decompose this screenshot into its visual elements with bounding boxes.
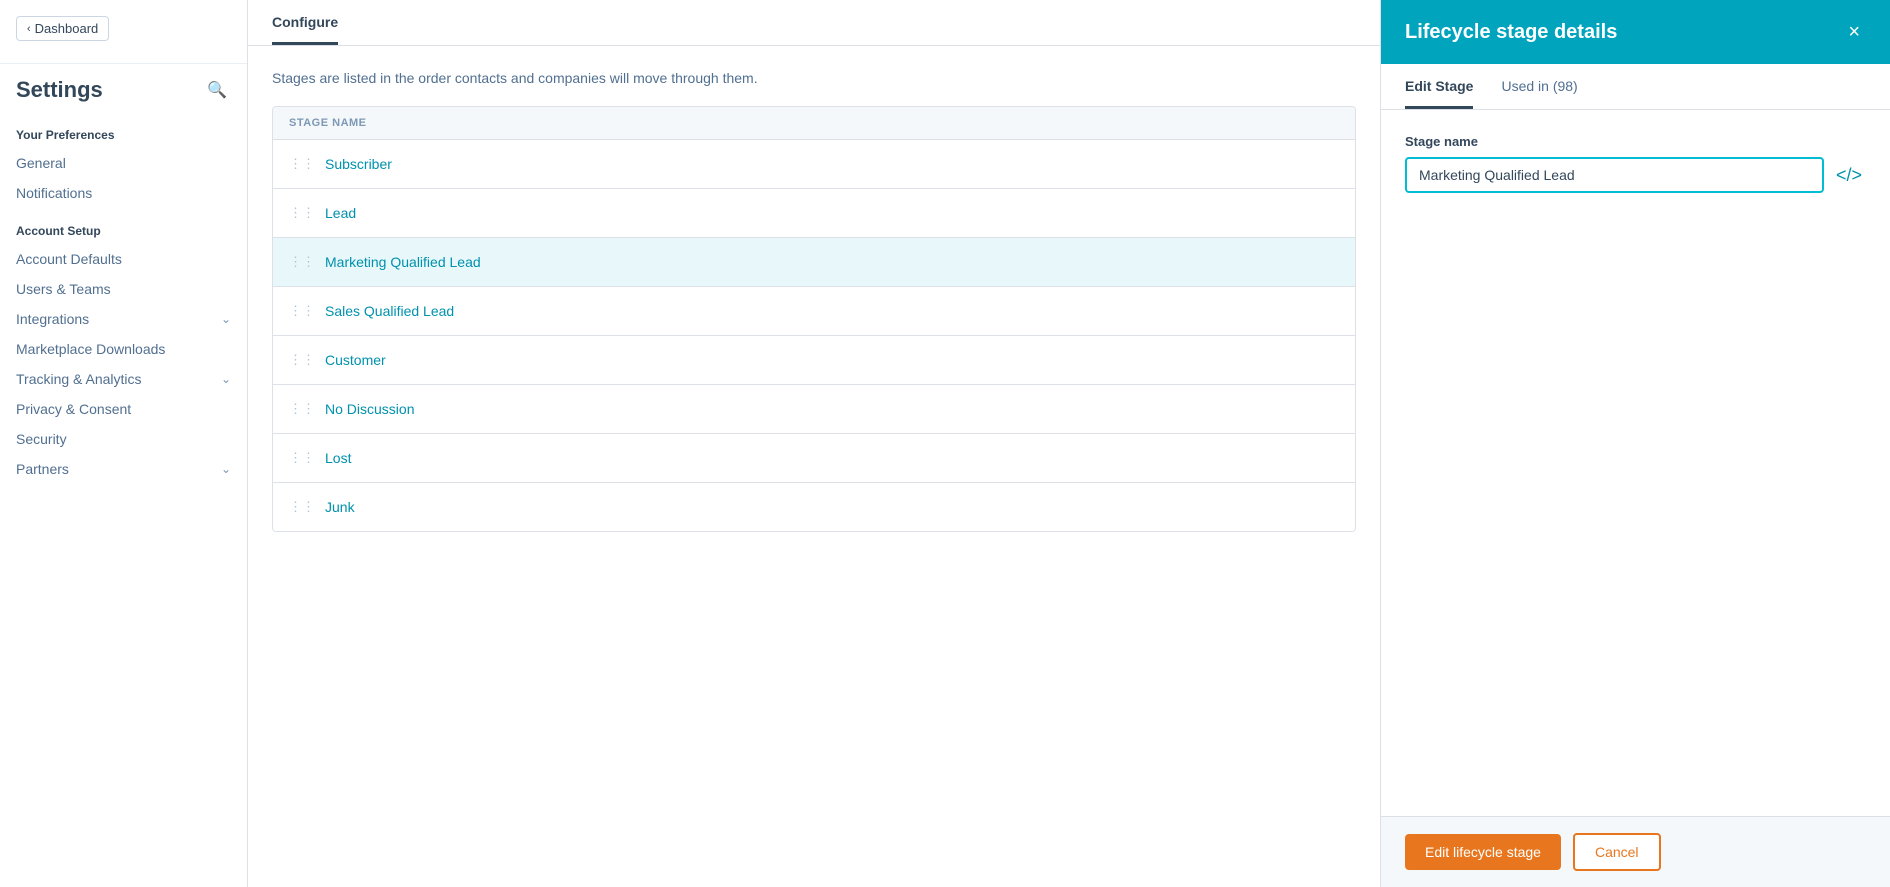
drag-handle-icon: ⋮⋮ [289,401,315,417]
sidebar-item-label: Tracking & Analytics [16,371,142,387]
chevron-down-icon: ⌄ [221,462,231,476]
cancel-button[interactable]: Cancel [1573,833,1661,871]
table-row[interactable]: ⋮⋮ Sales Qualified Lead [273,287,1355,336]
sidebar-item-privacy-consent[interactable]: Privacy & Consent [0,394,247,424]
panel-close-button[interactable]: × [1842,20,1866,44]
drag-handle-icon: ⋮⋮ [289,499,315,515]
tab-edit-stage[interactable]: Edit Stage [1405,64,1473,109]
sidebar-item-marketplace-downloads[interactable]: Marketplace Downloads [0,334,247,364]
stage-name-input[interactable] [1405,157,1824,193]
sidebar-item-label: Users & Teams [16,281,111,297]
table-row[interactable]: ⋮⋮ Subscriber [273,140,1355,189]
stage-name-link[interactable]: Lost [325,450,351,466]
table-header: STAGE NAME [273,107,1355,140]
sidebar-item-label: Integrations [16,311,89,327]
panel-title: Lifecycle stage details [1405,21,1617,44]
drag-handle-icon: ⋮⋮ [289,156,315,172]
sidebar-item-account-defaults[interactable]: Account Defaults [0,244,247,274]
tab-used-in[interactable]: Used in (98) [1501,64,1577,109]
stage-name-link[interactable]: Sales Qualified Lead [325,303,454,319]
drag-handle-icon: ⋮⋮ [289,450,315,466]
panel-tabs: Edit Stage Used in (98) [1381,64,1890,110]
drag-handle-icon: ⋮⋮ [289,254,315,270]
dashboard-label: Dashboard [35,21,99,36]
sidebar: ‹ Dashboard Settings 🔍 Your Preferences … [0,0,248,887]
chevron-down-icon: ⌄ [221,372,231,386]
sidebar-item-label: General [16,155,66,171]
field-label-stage-name: Stage name [1405,134,1866,149]
stage-name-link[interactable]: Junk [325,499,355,515]
stage-name-link[interactable]: Subscriber [325,156,392,172]
table-subtitle: Stages are listed in the order contacts … [272,70,1356,86]
panel-body: Stage name </> [1381,110,1890,816]
panel-header: Lifecycle stage details × [1381,0,1890,64]
section-label-account-setup: Account Setup [0,208,247,244]
edit-lifecycle-stage-button[interactable]: Edit lifecycle stage [1405,834,1561,870]
stage-name-link[interactable]: Marketing Qualified Lead [325,254,481,270]
code-icon: </> [1836,165,1862,185]
settings-title: Settings [16,77,103,103]
chevron-down-icon: ⌄ [221,312,231,326]
table-row[interactable]: ⋮⋮ No Discussion [273,385,1355,434]
sidebar-item-label: Security [16,431,67,447]
sidebar-item-users-teams[interactable]: Users & Teams [0,274,247,304]
sidebar-item-tracking-analytics[interactable]: Tracking & Analytics ⌄ [0,364,247,394]
sidebar-item-partners[interactable]: Partners ⌄ [0,454,247,484]
sidebar-item-label: Marketplace Downloads [16,341,165,357]
sidebar-item-integrations[interactable]: Integrations ⌄ [0,304,247,334]
table-row[interactable]: ⋮⋮ Lost [273,434,1355,483]
stage-name-link[interactable]: Lead [325,205,356,221]
sidebar-item-general[interactable]: General [0,148,247,178]
settings-header: Settings 🔍 [0,76,247,112]
section-label-preferences: Your Preferences [0,112,247,148]
stages-table: STAGE NAME ⋮⋮ Subscriber ⋮⋮ Lead ⋮⋮ Mark… [272,106,1356,532]
table-row[interactable]: ⋮⋮ Lead [273,189,1355,238]
sidebar-item-notifications[interactable]: Notifications [0,178,247,208]
search-button[interactable]: 🔍 [203,76,231,104]
sidebar-item-label: Partners [16,461,69,477]
right-panel: Lifecycle stage details × Edit Stage Use… [1380,0,1890,887]
search-icon: 🔍 [207,82,227,99]
sidebar-item-label: Notifications [16,185,92,201]
field-row: </> [1405,157,1866,193]
panel-footer: Edit lifecycle stage Cancel [1381,816,1890,887]
table-row[interactable]: ⋮⋮ Junk [273,483,1355,531]
tab-bar: Configure [248,0,1380,46]
drag-handle-icon: ⋮⋮ [289,303,315,319]
sidebar-item-label: Account Defaults [16,251,122,267]
drag-handle-icon: ⋮⋮ [289,205,315,221]
main-content: Configure Stages are listed in the order… [248,0,1380,887]
dashboard-button[interactable]: ‹ Dashboard [16,16,109,41]
sidebar-item-security[interactable]: Security [0,424,247,454]
drag-handle-icon: ⋮⋮ [289,352,315,368]
stage-name-link[interactable]: No Discussion [325,401,414,417]
code-icon-button[interactable]: </> [1832,161,1866,190]
table-row[interactable]: ⋮⋮ Customer [273,336,1355,385]
table-row-selected[interactable]: ⋮⋮ Marketing Qualified Lead [273,238,1355,287]
sidebar-top: ‹ Dashboard [0,0,247,64]
tab-configure[interactable]: Configure [272,0,338,45]
stage-name-link[interactable]: Customer [325,352,386,368]
chevron-left-icon: ‹ [27,23,31,35]
sidebar-item-label: Privacy & Consent [16,401,131,417]
table-area: Stages are listed in the order contacts … [248,46,1380,887]
